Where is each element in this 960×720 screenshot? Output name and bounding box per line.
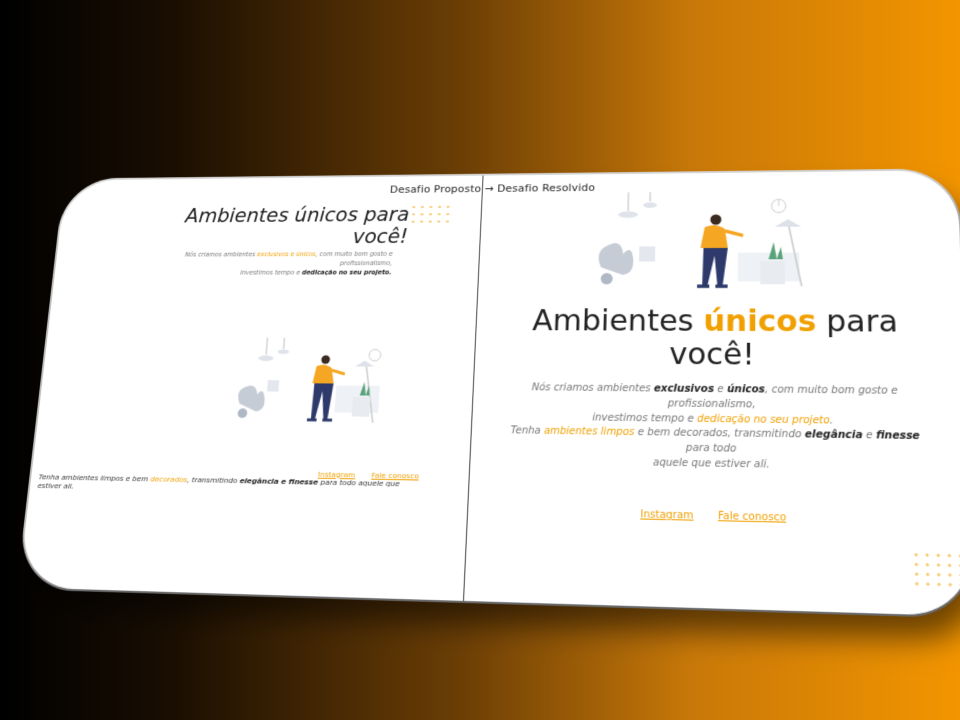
proposed-title: Ambientes únicos para você! [184, 203, 410, 248]
resolved-title: Ambientes únicos para você! [509, 304, 922, 373]
instagram-link[interactable]: Instagram [640, 509, 693, 521]
bold-text: dedicação no seu projeto. [301, 268, 392, 277]
dots-decoration-icon [408, 203, 452, 228]
resolved-description: Nós criamos ambientes exclusivos e único… [502, 380, 929, 430]
text: aquele que estiver ali. [652, 457, 770, 471]
text: . [829, 415, 834, 427]
instagram-link[interactable]: Instagram [318, 470, 356, 480]
text: Nós criamos ambientes [184, 250, 258, 259]
proposed-description: Nós criamos ambientes exclusivos e único… [167, 249, 393, 277]
highlight-text: dedicação no seu projeto [697, 413, 830, 427]
text: e bem decorados, transmitindo [634, 427, 805, 441]
resolved-second-paragraph: Tenha ambientes limpos e bem decorados, … [500, 423, 930, 475]
text: Ambientes [531, 304, 704, 339]
person-interior-illustration-icon [598, 191, 820, 292]
text: e [862, 429, 877, 442]
resolved-panel: Ambientes únicos para você! Nós criamos … [464, 170, 960, 616]
person-interior-illustration-icon [236, 337, 392, 444]
highlight-text: únicos [703, 304, 817, 340]
contact-link[interactable]: Fale conosco [371, 471, 419, 481]
text: e [713, 384, 728, 396]
highlight-text: decorados [149, 474, 188, 485]
text: Nós criamos ambientes [531, 382, 654, 395]
bold-text: exclusivos [653, 383, 715, 395]
comparison-card: Desafio Proposto → Desafio Resolvido Amb… [18, 170, 960, 617]
text: investimos tempo e [592, 412, 698, 425]
text: , transmitindo [186, 475, 240, 486]
dots-decoration-icon [910, 549, 960, 588]
contact-link[interactable]: Fale conosco [718, 511, 786, 524]
proposed-panel: Ambientes únicos para você! Nós criamos … [18, 176, 482, 601]
text: , com muito bom gosto e profissionalismo… [315, 250, 393, 268]
bold-text: únicos [726, 384, 765, 396]
bold-text: finesse [875, 430, 920, 443]
highlight-text: ambientes limpos [543, 425, 635, 439]
text: para todo [685, 442, 737, 455]
bold-text: elegância [804, 429, 863, 442]
text: investimos tempo e [239, 268, 303, 277]
resolved-links: Instagram Fale conosco [468, 506, 960, 528]
text: Tenha [510, 425, 545, 437]
highlight-text: exclusivos e únicos [256, 250, 316, 259]
